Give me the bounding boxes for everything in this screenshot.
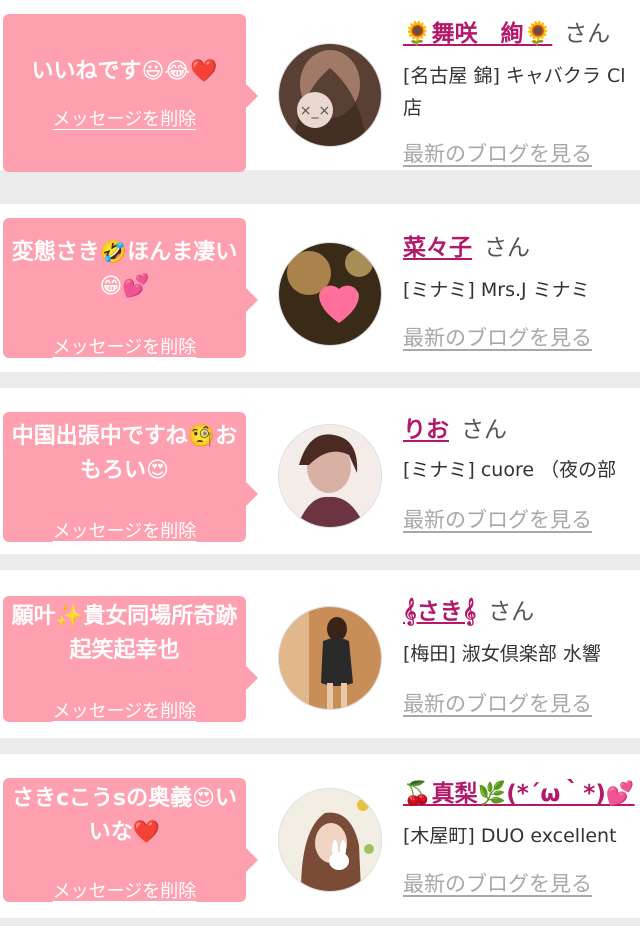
comment-bubble: いいねです😃😂❤️ メッセージを削除	[3, 14, 258, 172]
message-card: 変態さき🤣ほんま凄い😁💕 メッセージを削除 菜々子 さん [ミナミ] Mrs.J …	[0, 204, 640, 372]
cast-name-link[interactable]: 🌻舞咲 絢🌻	[403, 21, 552, 47]
cast-name-link[interactable]: りお	[403, 417, 449, 443]
name-row: 菜々子 さん	[403, 230, 640, 266]
name-row: 🌻舞咲 絢🌻 さん	[403, 16, 640, 52]
comment-text: 中国出張中ですね🧐おもろい😍	[11, 424, 238, 483]
name-row: 🍒真梨🌿(*´ω｀*)💕さん	[403, 776, 640, 812]
delete-message-link[interactable]: メッセージを削除	[3, 517, 246, 543]
comment-bubble: 願叶✨貴女同場所奇跡起笑起幸也 メッセージを削除	[3, 596, 258, 723]
message-card: いいねです😃😂❤️ メッセージを削除 ×_× 🌻舞咲 絢🌻 さん [名古屋 錦] …	[0, 0, 640, 172]
shop-info: [梅田] 淑女倶楽部 水響	[403, 643, 601, 665]
message-list: いいねです😃😂❤️ メッセージを削除 ×_× 🌻舞咲 絢🌻 さん [名古屋 錦] …	[0, 0, 640, 926]
avatar[interactable]	[278, 242, 382, 346]
latest-blog-link[interactable]: 最新のブログを見る	[403, 138, 592, 168]
svg-text:×_×: ×_×	[300, 103, 330, 119]
honorific-label: さん	[461, 417, 507, 443]
cast-name-link[interactable]: 🍒真梨🌿(*´ω｀*)💕	[403, 781, 634, 807]
comment-text: 願叶✨貴女同場所奇跡起笑起幸也	[11, 604, 238, 663]
shop-info: [木屋町] DUO excellent	[403, 825, 617, 847]
latest-blog-link[interactable]: 最新のブログを見る	[403, 322, 592, 352]
name-row: りお さん	[403, 412, 640, 448]
delete-message-link[interactable]: メッセージを削除	[3, 105, 246, 131]
delete-message-link[interactable]: メッセージを削除	[3, 333, 246, 359]
comment-text: いいねです😃😂❤️	[31, 59, 218, 84]
delete-message-link[interactable]: メッセージを削除	[3, 697, 246, 723]
shop-info: [ミナミ] Mrs.J ミナミ	[403, 279, 590, 301]
message-card: 願叶✨貴女同場所奇跡起笑起幸也 メッセージを削除 𝄞さき𝄞 さん [梅田] 淑女倶…	[0, 570, 640, 738]
latest-blog-link[interactable]: 最新のブログを見る	[403, 504, 592, 534]
message-card: 中国出張中ですね🧐おもろい😍 メッセージを削除 りお さん [ミナミ] cuore…	[0, 388, 640, 554]
comment-bubble: 中国出張中ですね🧐おもろい😍 メッセージを削除	[3, 412, 258, 543]
honorific-label: さん	[488, 599, 535, 625]
comment-bubble: 変態さき🤣ほんま凄い😁💕 メッセージを削除	[3, 218, 258, 359]
avatar[interactable]	[278, 606, 382, 710]
comment-text: さきcこうsの奥義😍いいな❤️	[11, 786, 238, 845]
latest-blog-link[interactable]: 最新のブログを見る	[403, 868, 592, 898]
latest-blog-link[interactable]: 最新のブログを見る	[403, 688, 592, 718]
honorific-label: さん	[564, 21, 611, 47]
comment-bubble: さきcこうsの奥義😍いいな❤️ メッセージを削除	[3, 778, 258, 903]
avatar[interactable]	[278, 788, 382, 892]
shop-info: [名古屋 錦] キャバクラ Cl 店	[403, 65, 626, 119]
name-row: 𝄞さき𝄞 さん	[403, 594, 640, 630]
delete-message-link[interactable]: メッセージを削除	[3, 877, 246, 903]
avatar[interactable]: ×_×	[278, 43, 382, 147]
shop-info: [ミナミ] cuore （夜の部	[403, 459, 617, 481]
comment-text: 変態さき🤣ほんま凄い😁💕	[11, 240, 238, 299]
cast-name-link[interactable]: 菜々子	[403, 235, 472, 261]
cast-name-link[interactable]: 𝄞さき𝄞	[403, 599, 476, 625]
message-card: さきcこうsの奥義😍いいな❤️ メッセージを削除 🍒真梨🌿(*´ω｀*)💕さん …	[0, 754, 640, 918]
honorific-label: さん	[484, 235, 530, 261]
avatar[interactable]	[278, 424, 382, 528]
